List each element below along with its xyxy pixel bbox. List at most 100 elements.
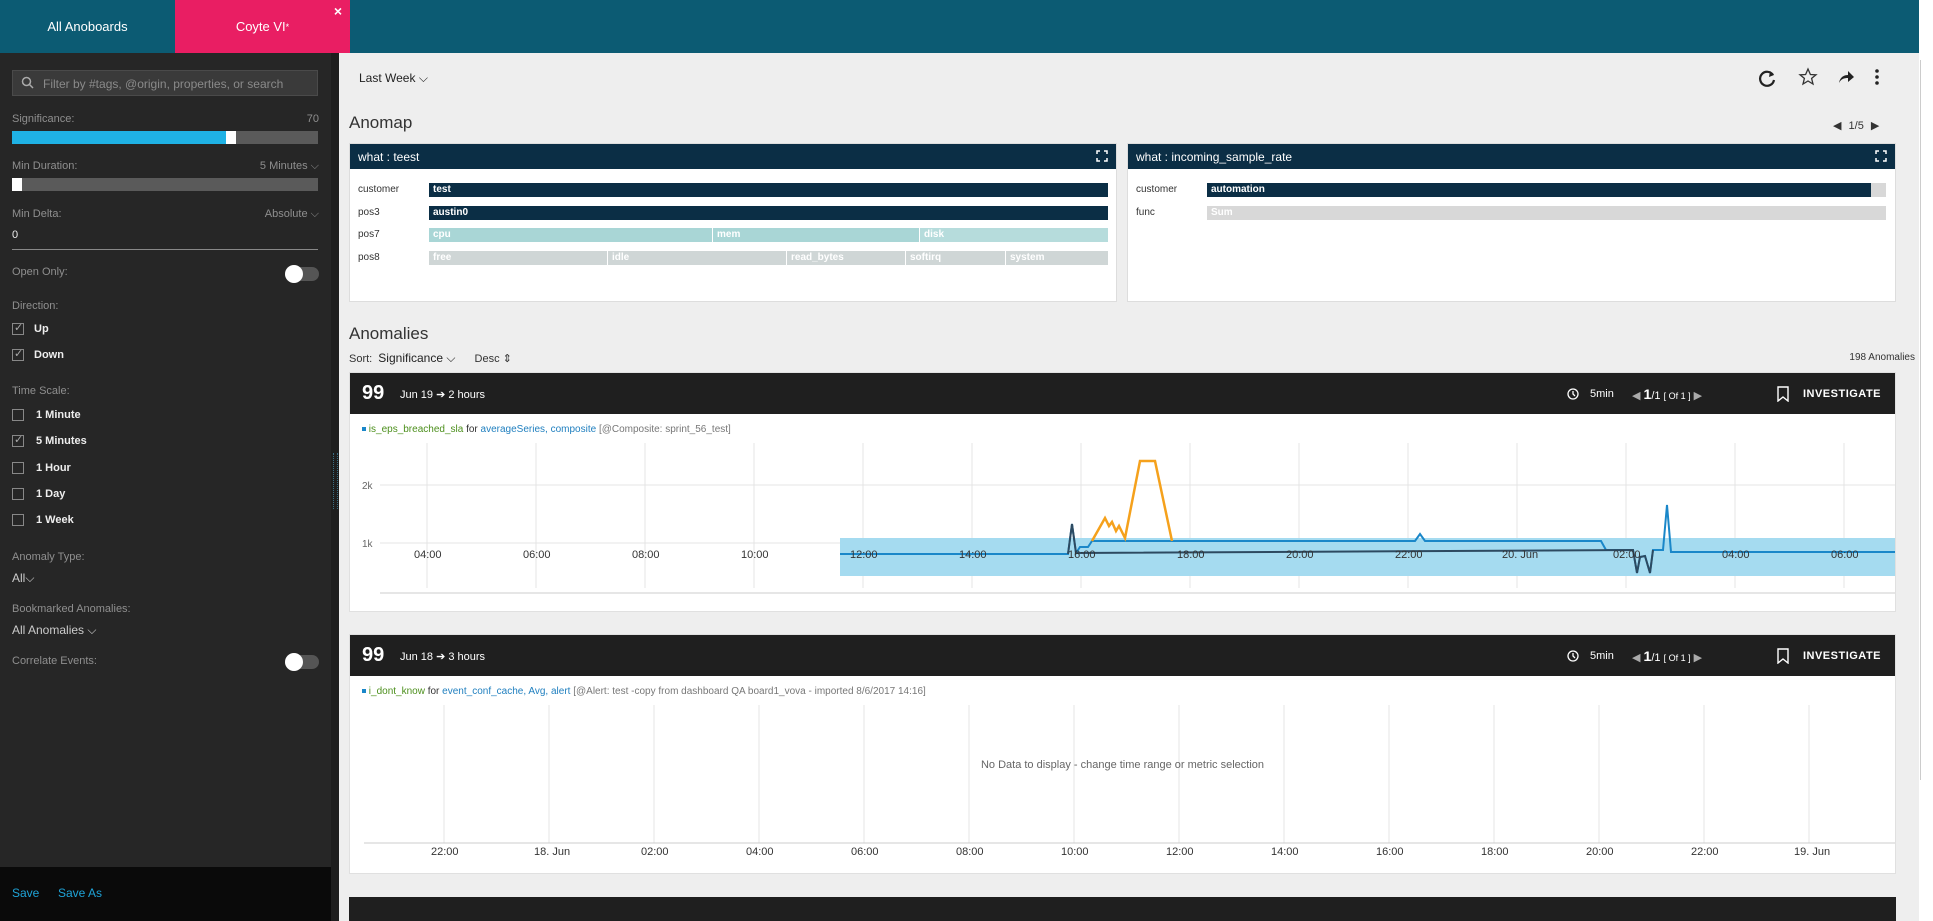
filter-sidebar: Significance: 70 Min Duration: 5 Minutes… [0,53,331,921]
direction-up-checkbox[interactable] [12,321,24,335]
time-scale-1-hour-checkbox[interactable] [12,462,24,474]
significance-slider-fill [12,131,226,144]
significance-label: Significance: [12,113,75,125]
share-icon[interactable] [1836,67,1856,87]
interval-value[interactable]: 5min [1590,650,1614,662]
anomaly-card-header: 99 Jun 18 ➔ 3 hours 5min ◀ 1/1 [ Of 1 ] … [350,635,1895,676]
min-delta-label: Min Delta: [12,208,62,220]
interval-value[interactable]: 5min [1590,388,1614,400]
anomap-row-label: pos8 [358,252,380,263]
sidebar-resize-handle[interactable] [331,53,339,921]
anomap-cell[interactable]: test [429,183,1108,197]
investigate-button[interactable]: INVESTIGATE [1803,388,1881,400]
sort-dropdown[interactable]: Significance ⌵ [378,351,455,365]
x-tick: 04:00 [746,846,774,858]
anomaly-type-dropdown[interactable]: All⌵ [12,571,34,586]
tab-all-anoboards[interactable]: All Anoboards [0,0,175,53]
anomap-cell[interactable]: softirq [906,251,1005,265]
caret-right-icon[interactable]: ▶ [1871,120,1879,132]
page-total: /1 [1651,390,1661,402]
anomap-cell[interactable]: austin0 [429,206,1108,220]
anomaly-pager: ◀ 1/1 [ Of 1 ] ▶ [1632,648,1702,664]
anomap-panel[interactable]: what : teest customer test pos3 austin0 … [349,143,1117,302]
time-scale-option-label: 1 Hour [36,462,71,474]
time-scale-option-label: 1 Week [36,514,74,526]
x-tick: 02:00 [641,846,669,858]
expand-icon[interactable] [1096,150,1108,162]
bookmark-icon[interactable] [1777,648,1789,664]
filter-search-input[interactable] [41,75,315,93]
significance-slider[interactable] [12,131,318,144]
anomaly-chart[interactable] [350,695,1895,855]
x-tick: 16:00 [1068,549,1096,561]
anomaly-card[interactable]: 99 Jun 18 ➔ 3 hours 5min ◀ 1/1 [ Of 1 ] … [349,634,1896,874]
x-tick: 08:00 [632,549,660,561]
caret-left-icon[interactable]: ◀ [1632,390,1640,402]
caret-right-icon[interactable]: ▶ [1694,652,1702,664]
x-tick: 22:00 [1395,549,1423,561]
anomap-cell[interactable]: free [429,251,607,265]
anomap-pager: ◀ 1/5 ▶ [1833,119,1879,132]
history-icon [1567,388,1579,400]
search-icon [21,76,34,89]
x-tick: 02:00 [1613,549,1641,561]
min-duration-slider[interactable] [12,178,318,191]
anomaly-card-next[interactable] [349,897,1896,921]
filter-search[interactable] [12,70,318,96]
tab-active-anoboard[interactable]: Coyte VI * × [175,0,350,53]
anomaly-time: Jun 18 ➔ 3 hours [400,651,486,663]
investigate-button[interactable]: INVESTIGATE [1803,650,1881,662]
x-tick: 20. Jun [1502,549,1539,561]
anomap-cell[interactable]: idle [608,251,786,265]
x-tick: 06:00 [1831,549,1859,561]
history-icon [1567,650,1579,662]
caret-right-icon[interactable]: ▶ [1694,390,1702,402]
anomap-panel[interactable]: what : incoming_sample_rate customer aut… [1127,143,1896,302]
bookmark-icon[interactable] [1777,386,1789,402]
toggle-knob [285,653,303,671]
min-duration-slider-handle[interactable] [12,178,22,191]
time-scale-1-day-checkbox[interactable] [12,488,24,500]
min-duration-dropdown[interactable]: 5 Minutes ⌵ [260,160,319,173]
anomap-cell[interactable]: disk [920,228,1108,242]
order-toggle[interactable]: Desc ⇕ [475,353,512,365]
time-scale-1-week-checkbox[interactable] [12,514,24,526]
anomap-cell[interactable]: Sum [1207,206,1886,220]
direction-label: Direction: [12,300,59,312]
min-delta-input[interactable]: 0 [12,229,318,250]
refresh-icon[interactable] [1757,67,1779,89]
x-tick: 04:00 [414,549,442,561]
anomap-cell[interactable]: cpu [429,228,712,242]
time-scale-5-minutes-checkbox[interactable] [12,433,24,447]
caret-left-icon[interactable]: ◀ [1833,120,1841,132]
window-edge [1919,0,1933,921]
chevron-down-icon: ⌵ [310,208,319,220]
significance-slider-handle[interactable] [226,131,236,144]
star-icon[interactable] [1798,67,1818,87]
x-tick: 06:00 [851,846,879,858]
anomap-cell[interactable]: system [1006,251,1108,265]
min-delta-mode: Absolute [264,208,308,220]
time-scale-label: Time Scale: [12,385,70,397]
save-as-button[interactable]: Save As [58,886,102,900]
caret-left-icon[interactable]: ◀ [1632,652,1640,664]
anomaly-card[interactable]: 99 Jun 19 ➔ 2 hours 5min ◀ 1/1 [ Of 1 ] … [349,372,1896,612]
open-only-label: Open Only: [12,266,68,278]
anomap-cell[interactable]: automation [1207,183,1871,197]
save-button[interactable]: Save [12,886,39,900]
anomap-cell[interactable]: read_bytes [787,251,905,265]
anomap-cell[interactable]: mem [713,228,919,242]
open-only-toggle[interactable] [285,265,319,283]
time-range-value: Last Week [359,71,416,85]
direction-down-checkbox[interactable] [12,347,24,361]
bookmarked-dropdown[interactable]: All Anomalies ⌵ [12,623,97,638]
time-range-dropdown[interactable]: Last Week ⌵ [359,71,428,86]
more-icon[interactable] [1874,67,1880,87]
close-tab-icon[interactable]: × [334,3,342,19]
min-delta-mode-dropdown[interactable]: Absolute ⌵ [265,208,319,221]
anomaly-chart[interactable]: 2k 1k [350,433,1895,613]
expand-icon[interactable] [1875,150,1887,162]
time-scale-1-minute-checkbox[interactable] [12,409,24,421]
anomaly-line [1090,459,1174,542]
correlate-events-toggle[interactable] [285,653,319,671]
